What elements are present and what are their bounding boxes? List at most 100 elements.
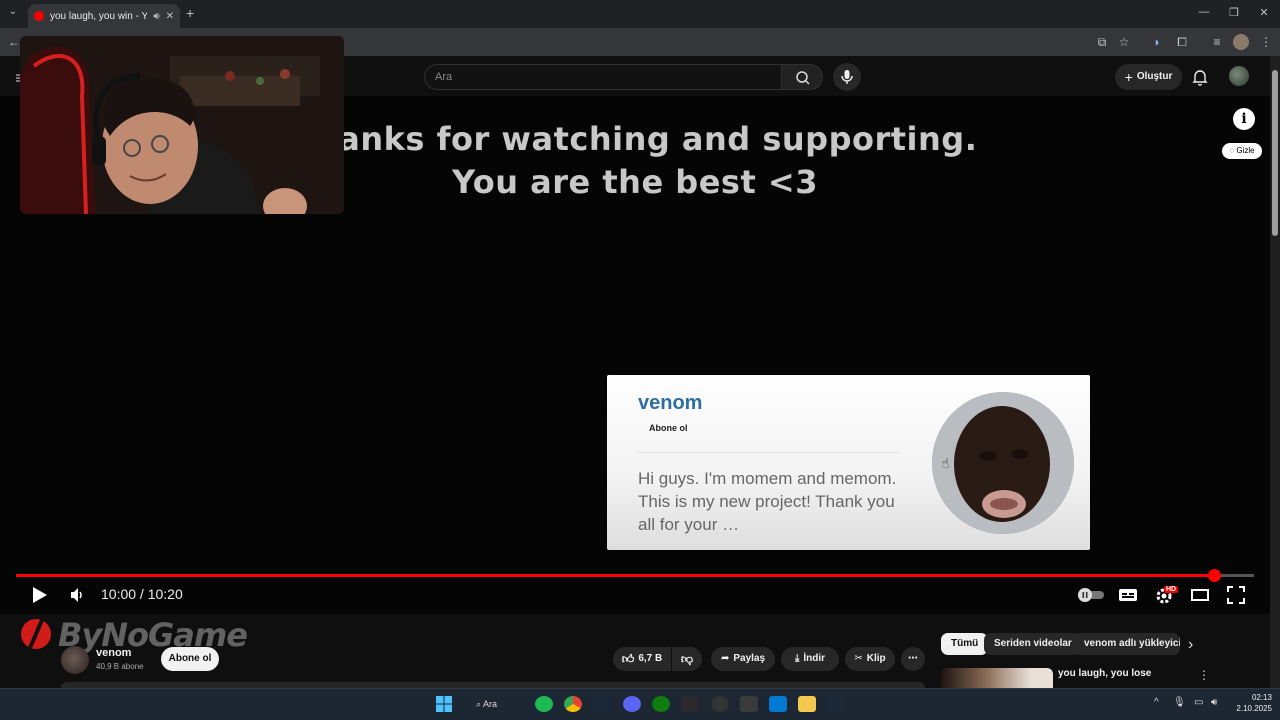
facecam-image <box>20 36 344 214</box>
page-scrollbar-thumb[interactable] <box>1272 70 1278 236</box>
voice-search-button[interactable] <box>833 63 861 91</box>
xbox-icon[interactable] <box>652 696 670 712</box>
tray-overflow-icon[interactable]: ^ <box>1154 697 1159 708</box>
thumbs-up-icon: 👍︎ <box>621 652 635 666</box>
more-horizontal-icon: ⋯ <box>908 653 918 664</box>
mouse-cursor-icon: ☝︎ <box>941 455 950 471</box>
download-button[interactable]: ⤓ İndir <box>781 647 839 671</box>
settings-button[interactable]: HD <box>1154 585 1180 605</box>
tab-close-icon[interactable]: ✕ <box>166 11 174 22</box>
watermark-logo-icon <box>21 619 51 649</box>
dislike-button[interactable]: 👎︎ <box>672 647 702 671</box>
card-channel-avatar[interactable] <box>932 392 1074 534</box>
facecam-overlay <box>20 36 344 214</box>
fullscreen-icon <box>1227 586 1245 604</box>
theater-mode-button[interactable] <box>1190 585 1210 605</box>
card-description: Hi guys. I'm momem and memom. This is my… <box>638 469 897 534</box>
card-divider <box>638 452 900 453</box>
taskbar-search[interactable]: ⌕ Ara <box>476 694 524 714</box>
autoplay-toggle[interactable] <box>1076 585 1106 605</box>
tab-audio-icon[interactable]: 🔊︎ <box>153 11 159 22</box>
volume-icon <box>71 588 82 602</box>
card-channel-name[interactable]: venom <box>638 392 702 415</box>
download-label: İndir <box>803 653 826 664</box>
hide-label: Gizle <box>1236 146 1255 155</box>
chip-uploader[interactable]: venom adlı yükleyicid <box>1074 633 1180 655</box>
restore-button[interactable]: ❐ <box>1224 6 1244 19</box>
tray-network-icon[interactable]: ▭ <box>1194 697 1203 708</box>
mic-icon <box>841 70 853 84</box>
card-subscribe-label[interactable]: Abone ol <box>649 423 688 433</box>
progress-bar-played <box>16 574 1214 577</box>
extension-audio-icon[interactable]: ◗ <box>1149 34 1165 50</box>
chip-series-videos[interactable]: Seriden videolar <box>984 633 1082 655</box>
share-button[interactable]: ➦ Paylaş <box>711 647 775 671</box>
steam-running-icon[interactable] <box>827 696 845 712</box>
clip-button[interactable]: ✂ Klip <box>845 647 895 671</box>
recommended-video-thumbnail[interactable] <box>941 668 1053 688</box>
autoplay-toggle-icon <box>1078 588 1104 602</box>
more-actions-button[interactable]: ⋯ <box>901 647 925 671</box>
chip-all[interactable]: Tümü <box>941 633 989 655</box>
notifications-button[interactable] <box>1192 68 1208 86</box>
search-button[interactable] <box>781 64 823 90</box>
recommended-video-title[interactable]: you laugh, you lose <box>1058 668 1151 679</box>
scissors-icon: ✂ <box>854 653 863 664</box>
bookmark-star-icon[interactable]: ☆ <box>1116 34 1132 50</box>
browser-tab-strip: ⌄ you laugh, you win - YouTube 🔊︎ ✕ + — … <box>0 0 1280 28</box>
epic-games-icon[interactable] <box>681 696 699 712</box>
theater-mode-icon <box>1191 589 1209 601</box>
hd-badge: HD <box>1164 586 1179 593</box>
volume-button[interactable] <box>68 585 88 605</box>
chips-next-arrow-icon[interactable]: › <box>1188 636 1193 654</box>
play-button[interactable] <box>29 585 49 605</box>
progress-scrubber-handle[interactable] <box>1208 569 1221 582</box>
close-window-button[interactable]: ✕ <box>1254 6 1274 19</box>
microsoft-store-icon[interactable] <box>769 696 787 712</box>
thumbs-down-icon: 👎︎ <box>680 652 694 666</box>
tray-mic-icon[interactable]: 🎙︎ <box>1173 697 1186 708</box>
search-input[interactable]: Ara <box>424 64 782 90</box>
channel-name[interactable]: venom <box>96 647 131 659</box>
spotify-icon[interactable] <box>535 696 553 712</box>
clock-date: 2.10.2025 <box>1236 704 1272 713</box>
account-avatar[interactable] <box>1229 66 1249 86</box>
app-launcher-icon[interactable] <box>711 696 729 712</box>
discord-icon[interactable] <box>623 696 641 712</box>
browser-menu-icon[interactable]: ⋮ <box>1258 34 1274 50</box>
subtitles-icon <box>1119 589 1137 601</box>
channel-avatar[interactable] <box>61 646 89 674</box>
recommended-video-menu-icon[interactable]: ⋮ <box>1198 668 1210 682</box>
media-control-icon[interactable]: ≡ <box>1209 34 1225 50</box>
extensions-puzzle-icon[interactable]: ⧠ <box>1174 34 1190 50</box>
tab-title: you laugh, you win - YouTube <box>50 10 148 22</box>
subtitles-button[interactable] <box>1118 585 1138 605</box>
time-display: 10:00 / 10:20 <box>101 586 183 602</box>
tab-search-menu-icon[interactable]: ⌄ <box>4 6 22 22</box>
minimize-button[interactable]: — <box>1194 6 1214 18</box>
steam-icon[interactable] <box>593 696 611 712</box>
file-explorer-icon[interactable] <box>798 696 816 712</box>
subscriber-count: 40,9 B abone <box>96 662 144 671</box>
like-button[interactable]: 👍︎ 6,7 B <box>613 647 671 671</box>
new-tab-button[interactable]: + <box>186 5 194 21</box>
install-app-icon[interactable]: ⧉ <box>1094 34 1110 50</box>
create-label: Oluştur <box>1136 71 1173 82</box>
windows-start-icon[interactable] <box>436 696 452 717</box>
create-button[interactable]: + Oluştur <box>1115 64 1182 90</box>
info-button[interactable]: i <box>1233 108 1255 130</box>
chrome-icon[interactable] <box>564 696 582 712</box>
fullscreen-button[interactable] <box>1226 585 1246 605</box>
taskbar-clock[interactable]: 02:13 2.10.2025 <box>1228 692 1272 714</box>
youtube-favicon-icon <box>34 11 44 21</box>
plus-icon: + <box>1124 69 1133 85</box>
tray-volume-icon[interactable]: 🔊︎ <box>1211 697 1217 708</box>
channel-avatar-image <box>932 392 1074 534</box>
subscribe-button[interactable]: Abone ol <box>161 647 219 671</box>
play-icon <box>33 587 47 603</box>
settings-app-icon[interactable] <box>740 696 758 712</box>
hide-cards-button[interactable]: ◌ Gizle <box>1222 143 1262 159</box>
profile-avatar-icon[interactable] <box>1233 34 1249 50</box>
endscreen-channel-card[interactable]: venom Abone ol Hi guys. I'm momem and me… <box>607 375 1090 550</box>
browser-tab[interactable]: you laugh, you win - YouTube 🔊︎ ✕ <box>28 4 180 28</box>
